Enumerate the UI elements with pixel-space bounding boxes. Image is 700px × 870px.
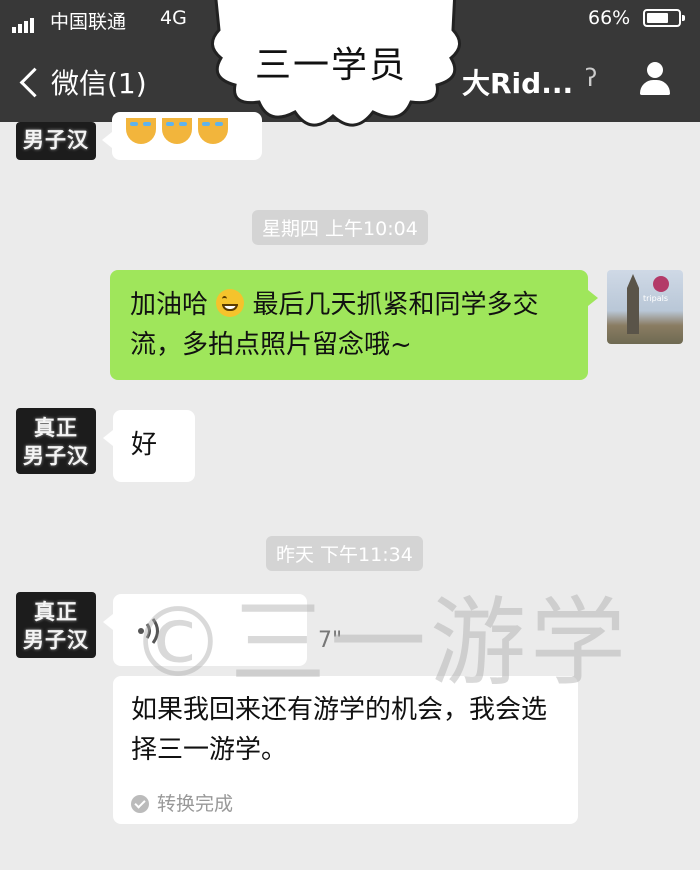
tripals-logo-icon xyxy=(653,276,669,292)
avatar[interactable]: 真正 男子汉 xyxy=(16,408,96,474)
network-type: 4G xyxy=(160,7,187,29)
battery-icon xyxy=(643,9,685,27)
avatar[interactable]: 真正 男子汉 xyxy=(16,592,96,658)
voice-duration: 7" xyxy=(318,628,343,653)
crying-emoji-icon xyxy=(126,118,156,144)
timestamp: 昨天 下午11:34 xyxy=(266,536,423,571)
conversion-status: 转换完成 xyxy=(131,784,233,824)
chevron-left-icon xyxy=(19,67,50,97)
self-avatar[interactable]: tripals xyxy=(607,270,683,344)
crying-emoji-icon xyxy=(162,118,192,144)
tripals-logo-text: tripals xyxy=(643,294,669,303)
overlay-label: 三一学员 xyxy=(254,45,407,86)
back-label: 微信(1) xyxy=(51,67,147,100)
voice-message[interactable] xyxy=(103,594,307,666)
ear-icon: ʔ xyxy=(585,64,598,92)
carrier-name: 中国联通 xyxy=(50,11,127,33)
battery-percent: 66% xyxy=(588,7,631,29)
timestamp: 星期四 上午10:04 xyxy=(252,210,428,245)
avatar[interactable]: 真正 男子汉 xyxy=(16,122,96,160)
crying-emoji-icon xyxy=(198,118,228,144)
voice-transcript[interactable]: 如果我回来还有游学的机会，我会选择三一游学。 转换完成 xyxy=(113,676,578,824)
signal-icon xyxy=(12,11,36,33)
back-button[interactable]: 微信(1) xyxy=(18,62,147,102)
person-icon[interactable] xyxy=(636,60,676,100)
emoji-message[interactable] xyxy=(102,112,262,160)
received-message[interactable]: 好 xyxy=(103,410,195,482)
sent-message[interactable]: 加油哈 最后几天抓紧和同学多交流，多拍点照片留念哦~ xyxy=(110,270,598,380)
grin-emoji-icon xyxy=(216,289,245,317)
church-tower xyxy=(627,274,639,334)
chat-title: 大Rid... xyxy=(462,67,574,100)
voice-wave-icon xyxy=(138,618,159,644)
check-icon xyxy=(131,795,149,813)
